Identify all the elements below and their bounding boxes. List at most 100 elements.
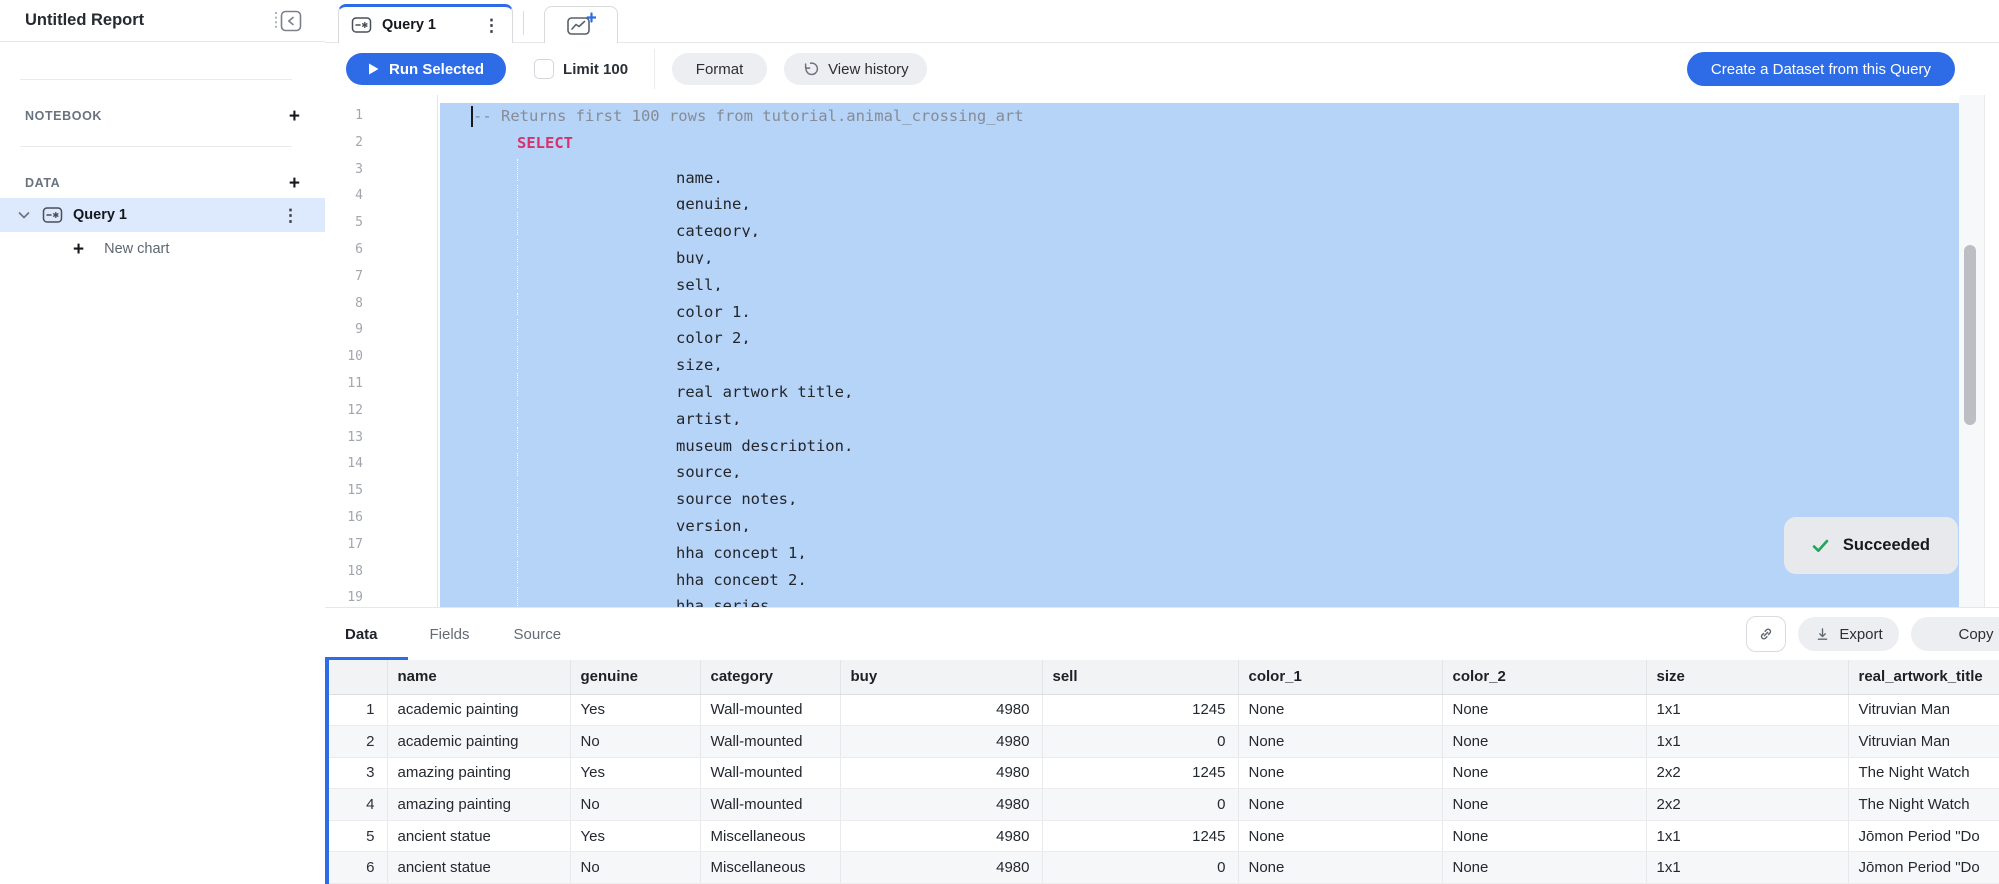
table-cell[interactable]: None — [1238, 852, 1442, 884]
table-cell[interactable]: Yes — [570, 820, 700, 852]
limit-100-checkbox[interactable] — [534, 59, 554, 79]
table-cell[interactable]: Jōmon Period "Do — [1848, 820, 1999, 852]
limit-100-label[interactable]: Limit 100 — [563, 61, 628, 78]
table-cell[interactable]: amazing painting — [387, 789, 570, 821]
table-cell[interactable]: 4980 — [840, 789, 1042, 821]
table-cell[interactable]: Vitruvian Man — [1848, 694, 1999, 726]
column-header[interactable]: category — [700, 660, 840, 694]
code-line[interactable]: genuine, — [440, 183, 1959, 210]
code-line[interactable]: buy, — [440, 237, 1959, 264]
table-cell[interactable]: 4980 — [840, 820, 1042, 852]
tab-query1[interactable]: Query 1 ⋮ — [338, 4, 513, 43]
code-line[interactable]: name, — [440, 157, 1959, 184]
column-header[interactable]: size — [1646, 660, 1848, 694]
code-line[interactable]: version, — [440, 505, 1959, 532]
column-header[interactable]: name — [387, 660, 570, 694]
add-data-button[interactable]: + — [289, 174, 300, 193]
table-cell[interactable]: academic painting — [387, 726, 570, 758]
table-cell[interactable]: ancient statue — [387, 852, 570, 884]
code-line[interactable]: SELECT — [440, 130, 1959, 157]
table-cell[interactable]: ancient statue — [387, 820, 570, 852]
column-header[interactable]: genuine — [570, 660, 700, 694]
table-cell[interactable]: No — [570, 726, 700, 758]
table-cell[interactable]: Wall-mounted — [700, 757, 840, 789]
column-header[interactable]: real_artwork_title — [1848, 660, 1999, 694]
table-cell[interactable]: Yes — [570, 757, 700, 789]
table-cell[interactable]: None — [1442, 726, 1646, 758]
table-cell[interactable]: 0 — [1042, 789, 1238, 821]
create-dataset-button[interactable]: Create a Dataset from this Query — [1687, 52, 1955, 86]
tab-options-kebab-icon[interactable]: ⋮ — [483, 17, 500, 34]
code-line[interactable]: hha_concept_2, — [440, 559, 1959, 586]
format-button[interactable]: Format — [672, 53, 767, 85]
table-cell[interactable]: None — [1442, 789, 1646, 821]
table-cell[interactable]: 0 — [1042, 726, 1238, 758]
tab-fields[interactable]: Fields — [408, 608, 492, 660]
table-cell[interactable]: 2x2 — [1646, 757, 1848, 789]
table-cell[interactable]: Wall-mounted — [700, 694, 840, 726]
code-line[interactable]: size, — [440, 344, 1959, 371]
collapse-sidebar-button[interactable] — [271, 8, 305, 34]
run-selected-button[interactable]: Run Selected — [346, 53, 506, 85]
code-line[interactable]: hha_concept_1, — [440, 532, 1959, 559]
table-cell[interactable]: None — [1238, 820, 1442, 852]
table-cell[interactable]: 4980 — [840, 757, 1042, 789]
table-cell[interactable]: 1245 — [1042, 757, 1238, 789]
table-cell[interactable]: None — [1238, 757, 1442, 789]
table-cell[interactable]: Wall-mounted — [700, 789, 840, 821]
table-cell[interactable]: 1x1 — [1646, 852, 1848, 884]
table-cell[interactable]: Yes — [570, 694, 700, 726]
table-cell[interactable]: 4980 — [840, 852, 1042, 884]
add-notebook-cell-button[interactable]: + — [289, 107, 300, 126]
table-cell[interactable]: Miscellaneous — [700, 820, 840, 852]
table-cell[interactable]: No — [570, 789, 700, 821]
code-line[interactable]: source, — [440, 451, 1959, 478]
code-line[interactable]: category, — [440, 210, 1959, 237]
sidebar-item-new-chart[interactable]: + New chart — [0, 234, 325, 264]
table-cell[interactable]: 4980 — [840, 694, 1042, 726]
table-cell[interactable]: No — [570, 852, 700, 884]
code-line[interactable]: color_2, — [440, 317, 1959, 344]
table-cell[interactable]: None — [1238, 789, 1442, 821]
sql-editor[interactable]: 12345678910111213141516171819 -- Returns… — [325, 95, 1999, 607]
table-cell[interactable]: None — [1238, 726, 1442, 758]
table-cell[interactable]: Wall-mounted — [700, 726, 840, 758]
table-cell[interactable]: academic painting — [387, 694, 570, 726]
table-cell[interactable]: The Night Watch — [1848, 789, 1999, 821]
tab-data[interactable]: Data — [325, 608, 408, 660]
tab-add-chart[interactable] — [544, 6, 618, 43]
table-cell[interactable]: 2x2 — [1646, 789, 1848, 821]
table-cell[interactable]: 0 — [1042, 852, 1238, 884]
table-cell[interactable]: amazing painting — [387, 757, 570, 789]
table-cell[interactable]: 1x1 — [1646, 726, 1848, 758]
table-cell[interactable]: 1x1 — [1646, 694, 1848, 726]
code-line[interactable]: source_notes, — [440, 478, 1959, 505]
table-cell[interactable]: None — [1442, 820, 1646, 852]
code-line[interactable]: real_artwork_title, — [440, 371, 1959, 398]
table-cell[interactable]: 1x1 — [1646, 820, 1848, 852]
copy-button[interactable]: Copy — [1911, 617, 1999, 651]
table-cell[interactable]: None — [1442, 757, 1646, 789]
table-cell[interactable]: The Night Watch — [1848, 757, 1999, 789]
table-cell[interactable]: Vitruvian Man — [1848, 726, 1999, 758]
code-line[interactable]: artist, — [440, 398, 1959, 425]
tab-source[interactable]: Source — [492, 608, 584, 660]
code-line[interactable]: color_1, — [440, 291, 1959, 318]
table-cell[interactable]: 1245 — [1042, 820, 1238, 852]
column-header[interactable]: color_1 — [1238, 660, 1442, 694]
view-history-button[interactable]: View history — [784, 53, 927, 85]
code-line[interactable]: -- Returns first 100 rows from tutorial.… — [440, 103, 1959, 130]
export-button[interactable]: Export — [1798, 617, 1899, 651]
table-cell[interactable]: 1245 — [1042, 694, 1238, 726]
query-options-kebab-icon[interactable]: ⋮ — [282, 207, 299, 224]
code-line[interactable]: hha_series, — [440, 585, 1959, 607]
code-line[interactable]: museum_description, — [440, 425, 1959, 452]
table-cell[interactable]: None — [1238, 694, 1442, 726]
share-link-button[interactable] — [1746, 616, 1786, 652]
table-cell[interactable]: Miscellaneous — [700, 852, 840, 884]
column-header[interactable]: color_2 — [1442, 660, 1646, 694]
table-cell[interactable]: None — [1442, 694, 1646, 726]
sidebar-item-query1[interactable]: Query 1 ⋮ — [0, 198, 325, 232]
column-header[interactable] — [325, 660, 387, 694]
table-cell[interactable]: Jōmon Period "Do — [1848, 852, 1999, 884]
